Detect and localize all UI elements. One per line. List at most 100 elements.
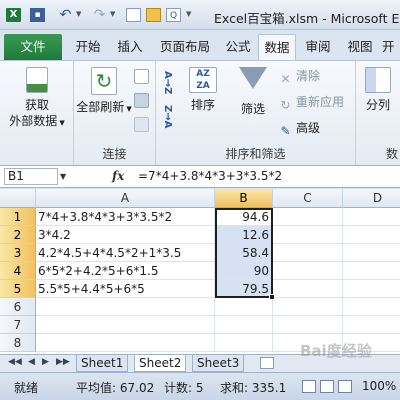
row-header[interactable]: 6 bbox=[0, 298, 36, 316]
tab-data[interactable]: 数据 bbox=[258, 34, 296, 60]
prev-sheet-icon[interactable]: ◀ bbox=[28, 357, 35, 367]
cell-c4[interactable] bbox=[273, 262, 343, 280]
fill-handle[interactable] bbox=[269, 294, 275, 300]
cell-a5[interactable]: 5.5*5+4.4*5+6*5 bbox=[36, 280, 215, 298]
cell-b8[interactable] bbox=[215, 334, 273, 352]
excel-app-icon[interactable]: X bbox=[6, 8, 21, 22]
new-document-icon[interactable] bbox=[126, 8, 141, 22]
advanced-filter-button[interactable]: ✎ 高级 bbox=[278, 119, 320, 138]
name-box[interactable]: B1 bbox=[4, 168, 58, 185]
sheet-tab-sheet3[interactable]: Sheet3 bbox=[192, 355, 245, 372]
column-header-a[interactable]: A bbox=[36, 189, 215, 208]
cell-a4[interactable]: 6*5*2+4.2*5+6*1.5 bbox=[36, 262, 215, 280]
next-sheet-icon[interactable]: ▶ bbox=[42, 357, 49, 367]
tab-view[interactable]: 视图 bbox=[342, 34, 378, 60]
open-folder-icon[interactable] bbox=[146, 8, 161, 22]
column-header-b[interactable]: B bbox=[215, 189, 273, 208]
get-external-label-1: 获取 bbox=[24, 98, 49, 112]
redo-icon[interactable]: ↷ bbox=[92, 8, 107, 22]
sort-filter-group: A→Z Z→A AZ ZA 排序 筛选 ✕ 清除 ↻ 重新应用 ✎ 高级 排序和筛选 bbox=[156, 61, 356, 165]
page-break-view-icon[interactable] bbox=[338, 380, 352, 393]
undo-icon[interactable]: ↶ bbox=[58, 8, 73, 22]
cell-d7[interactable] bbox=[343, 316, 400, 334]
cell-d3[interactable] bbox=[343, 244, 400, 262]
row-header[interactable]: 5 bbox=[0, 280, 36, 298]
connections-icon[interactable] bbox=[134, 69, 149, 84]
text-to-columns-button[interactable]: 分列 bbox=[360, 67, 396, 113]
tab-insert[interactable]: 插入 bbox=[112, 34, 148, 60]
undo-dropdown-icon[interactable]: ▼ bbox=[76, 10, 81, 18]
cell-a7[interactable] bbox=[36, 316, 215, 334]
cell-c7[interactable] bbox=[273, 316, 343, 334]
tab-review[interactable]: 审阅 bbox=[300, 34, 336, 60]
sheet-tab-sheet1[interactable]: Sheet1 bbox=[76, 355, 129, 372]
cell-d5[interactable] bbox=[343, 280, 400, 298]
cell-c3[interactable] bbox=[273, 244, 343, 262]
tab-developer[interactable]: 开 bbox=[382, 34, 400, 60]
cell-a2[interactable]: 3*4.2 bbox=[36, 226, 215, 244]
sheet-tab-sheet2[interactable]: Sheet2 bbox=[134, 355, 187, 372]
page-layout-view-icon[interactable] bbox=[320, 380, 334, 393]
first-sheet-icon[interactable]: ◀◀ bbox=[8, 357, 22, 367]
cell-b7[interactable] bbox=[215, 316, 273, 334]
cell-c6[interactable] bbox=[273, 298, 343, 316]
cell-c5[interactable] bbox=[273, 280, 343, 298]
tab-home[interactable]: 开始 bbox=[70, 34, 106, 60]
data-tools-group: 分列 数 bbox=[356, 61, 400, 165]
cell-d1[interactable] bbox=[343, 208, 400, 226]
tab-formulas[interactable]: 公式 bbox=[220, 34, 256, 60]
row-header[interactable]: 3 bbox=[0, 244, 36, 262]
row-header[interactable]: 8 bbox=[0, 334, 36, 352]
refresh-all-button[interactable]: ↻ 全部刷新 ▼ bbox=[76, 67, 132, 117]
cell-a1[interactable]: 7*4+3.8*4*3+3*3.5*2 bbox=[36, 208, 215, 226]
insert-sheet-icon[interactable] bbox=[260, 357, 274, 369]
row-header[interactable]: 7 bbox=[0, 316, 36, 334]
sort-ascending-button[interactable]: A→Z bbox=[162, 71, 182, 94]
save-icon[interactable]: ▪ bbox=[30, 8, 45, 22]
get-external-label-2: 外部数据 bbox=[9, 114, 58, 128]
refresh-icon: ↻ bbox=[91, 67, 117, 95]
edit-links-icon[interactable] bbox=[134, 117, 149, 132]
redo-dropdown-icon[interactable]: ▼ bbox=[110, 10, 115, 18]
cell-b5[interactable]: 79.5 bbox=[215, 280, 273, 298]
cell-a8[interactable] bbox=[36, 334, 215, 352]
cell-a3[interactable]: 4.2*4.5+4*4.5*2+1*3.5 bbox=[36, 244, 215, 262]
select-all-corner[interactable] bbox=[0, 189, 36, 208]
print-preview-icon[interactable]: Q bbox=[166, 8, 181, 22]
formula-input[interactable]: =7*4+3.8*4*3+3*3.5*2 bbox=[138, 169, 282, 183]
cell-b4[interactable]: 90 bbox=[215, 262, 273, 280]
tab-file[interactable]: 文件 bbox=[4, 34, 62, 60]
chevron-down-icon[interactable]: ▼ bbox=[60, 172, 66, 181]
sort-descending-button[interactable]: Z→A bbox=[162, 105, 182, 128]
quick-access-customize-icon[interactable]: ▼ bbox=[186, 10, 191, 18]
filter-button[interactable]: 筛选 bbox=[234, 67, 272, 117]
cell-a6[interactable] bbox=[36, 298, 215, 316]
worksheet-grid[interactable]: A B C D 1 7*4+3.8*4*3+3*3.5*2 94.6 2 3*4… bbox=[0, 189, 400, 354]
cell-d2[interactable] bbox=[343, 226, 400, 244]
zoom-level[interactable]: 100% bbox=[362, 379, 396, 393]
cell-d6[interactable] bbox=[343, 298, 400, 316]
clear-filter-button[interactable]: ✕ 清除 bbox=[278, 67, 320, 86]
column-header-d[interactable]: D bbox=[343, 189, 400, 208]
tab-page-layout[interactable]: 页面布局 bbox=[154, 34, 216, 60]
cell-c8[interactable] bbox=[273, 334, 343, 352]
normal-view-icon[interactable] bbox=[302, 380, 316, 393]
properties-icon[interactable] bbox=[134, 93, 149, 108]
cell-b6[interactable] bbox=[215, 298, 273, 316]
row-header[interactable]: 4 bbox=[0, 262, 36, 280]
reapply-filter-button[interactable]: ↻ 重新应用 bbox=[278, 93, 344, 112]
cell-b1[interactable]: 94.6 bbox=[215, 208, 273, 226]
cell-d8[interactable] bbox=[343, 334, 400, 352]
cell-b2[interactable]: 12.6 bbox=[215, 226, 273, 244]
get-external-data-button[interactable]: 获取 外部数据 ▼ bbox=[6, 67, 68, 131]
insert-function-icon[interactable]: fx bbox=[112, 169, 124, 183]
last-sheet-icon[interactable]: ▶▶ bbox=[56, 357, 70, 367]
cell-c2[interactable] bbox=[273, 226, 343, 244]
cell-b3[interactable]: 58.4 bbox=[215, 244, 273, 262]
column-header-c[interactable]: C bbox=[273, 189, 343, 208]
cell-c1[interactable] bbox=[273, 208, 343, 226]
cell-d4[interactable] bbox=[343, 262, 400, 280]
row-header[interactable]: 2 bbox=[0, 226, 36, 244]
sort-button[interactable]: AZ ZA 排序 bbox=[184, 67, 222, 113]
row-header[interactable]: 1 bbox=[0, 208, 36, 226]
